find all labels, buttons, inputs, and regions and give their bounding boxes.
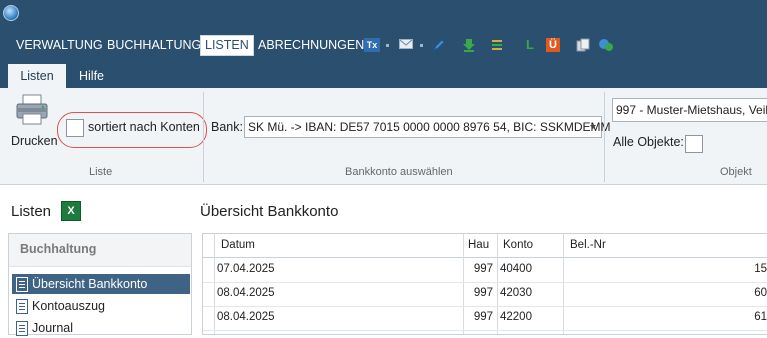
main-area: Listen X Buchhaltung Übersicht Bankkonto… <box>0 185 767 336</box>
bank-label: Bank: <box>211 120 243 134</box>
group-separator <box>203 92 204 182</box>
menu-verwaltung[interactable]: VERWALTUNG <box>16 36 103 54</box>
objekt-value: 997 - Muster-Mietshaus, Veilc <box>616 103 767 117</box>
objekt-select[interactable]: 997 - Muster-Mietshaus, Veilc <box>612 98 767 122</box>
menu-buchhaltung[interactable]: BUCHHALTUNG <box>107 36 201 54</box>
app-icon[interactable] <box>3 5 19 21</box>
document-icon <box>16 277 28 292</box>
cell-belnr: 60 <box>754 287 767 299</box>
sort-by-accounts-label[interactable]: sortiert nach Konten <box>88 120 200 134</box>
l-icon[interactable]: L <box>523 38 537 52</box>
bank-account-value: SK Mü. -> IBAN: DE57 7015 0000 0000 8976… <box>248 120 611 134</box>
cell-hau: 997 <box>473 263 493 275</box>
cell-hau: 997 <box>473 287 493 299</box>
sidebar-item-label: Journal <box>32 321 73 335</box>
document-icon <box>16 321 28 336</box>
menu-bar: VERWALTUNG BUCHHALTUNG LISTEN ABRECHNUNG… <box>0 28 767 60</box>
column-header-konto[interactable]: Konto <box>503 239 533 251</box>
edit-icon[interactable] <box>432 38 446 52</box>
excel-export-icon[interactable]: X <box>61 201 81 221</box>
toolbar-separator <box>386 44 389 47</box>
sidebar-section-header: Buchhaltung <box>9 234 191 267</box>
group-label-liste: Liste <box>89 166 113 178</box>
menu-listen[interactable]: LISTEN <box>200 35 254 56</box>
sort-by-accounts-checkbox[interactable] <box>66 119 84 137</box>
group-label-bankkonto: Bankkonto auswählen <box>345 166 453 178</box>
table-row[interactable]: 08.04.2025 997 42200 61 <box>203 306 767 331</box>
copy-icon[interactable] <box>576 38 590 52</box>
document-icon <box>16 299 28 314</box>
list-sidebar: Buchhaltung Übersicht Bankkonto Kontoaus… <box>8 233 192 338</box>
sidebar-section-label: Buchhaltung <box>20 242 97 256</box>
network-icon[interactable] <box>598 38 613 52</box>
table-row[interactable]: 08.04.2025 997 42030 60 <box>203 282 767 307</box>
chevron-down-icon[interactable] <box>590 125 596 129</box>
bank-overview-table: Datum Hau Konto Bel.-Nr 07.04.2025 997 4… <box>202 233 767 335</box>
group-separator <box>604 92 605 182</box>
column-header-hau[interactable]: Hau <box>468 239 489 251</box>
list-icon[interactable] <box>491 38 505 52</box>
title-bar <box>0 0 767 28</box>
cell-konto: 42200 <box>500 311 532 323</box>
ribbon-tab-bar: Listen Hilfe <box>0 60 767 88</box>
sidebar-item-label: Kontoauszug <box>32 299 105 313</box>
sidebar-item-kontoauszug[interactable]: Kontoauszug <box>12 296 190 316</box>
cell-konto: 40400 <box>500 263 532 275</box>
tax-icon[interactable]: Tx <box>364 38 380 52</box>
column-header-belnr[interactable]: Bel.-Nr <box>570 239 606 251</box>
cell-belnr: 61 <box>754 311 767 323</box>
tab-listen[interactable]: Listen <box>8 64 66 88</box>
download-icon[interactable] <box>462 38 476 52</box>
print-label[interactable]: Drucken <box>11 134 58 148</box>
mail-icon[interactable] <box>399 38 413 52</box>
toolbar-separator <box>420 44 423 47</box>
menu-abrechnungen[interactable]: ABRECHNUNGEN <box>258 36 364 54</box>
cell-datum: 08.04.2025 <box>217 311 275 323</box>
ue-icon[interactable]: Ü <box>546 38 560 52</box>
ribbon: Drucken sortiert nach Konten Liste Bank:… <box>0 88 767 185</box>
alle-objekte-label: Alle Objekte: <box>613 135 684 149</box>
cell-datum: 07.04.2025 <box>217 263 275 275</box>
table-row[interactable]: 07.04.2025 997 40400 15 <box>203 258 767 283</box>
sidebar-item-uebersicht-bankkonto[interactable]: Übersicht Bankkonto <box>12 274 190 294</box>
tab-hilfe[interactable]: Hilfe <box>79 64 104 88</box>
cell-datum: 08.04.2025 <box>217 287 275 299</box>
cell-konto: 42030 <box>500 287 532 299</box>
cell-belnr: 15 <box>754 263 767 275</box>
cell-hau: 997 <box>473 311 493 323</box>
alle-objekte-checkbox[interactable] <box>685 135 703 153</box>
sidebar-item-journal[interactable]: Journal <box>12 318 190 338</box>
page-title: Übersicht Bankkonto <box>200 203 339 220</box>
sidebar-item-label: Übersicht Bankkonto <box>32 277 148 291</box>
lists-title: Listen <box>11 203 52 220</box>
table-header: Datum Hau Konto Bel.-Nr <box>203 234 767 258</box>
print-button[interactable] <box>15 94 49 126</box>
column-header-datum[interactable]: Datum <box>221 239 255 251</box>
bank-account-select[interactable]: SK Mü. -> IBAN: DE57 7015 0000 0000 8976… <box>244 116 611 138</box>
printer-icon <box>16 94 48 125</box>
group-label-objekt: Objekt <box>720 166 752 178</box>
